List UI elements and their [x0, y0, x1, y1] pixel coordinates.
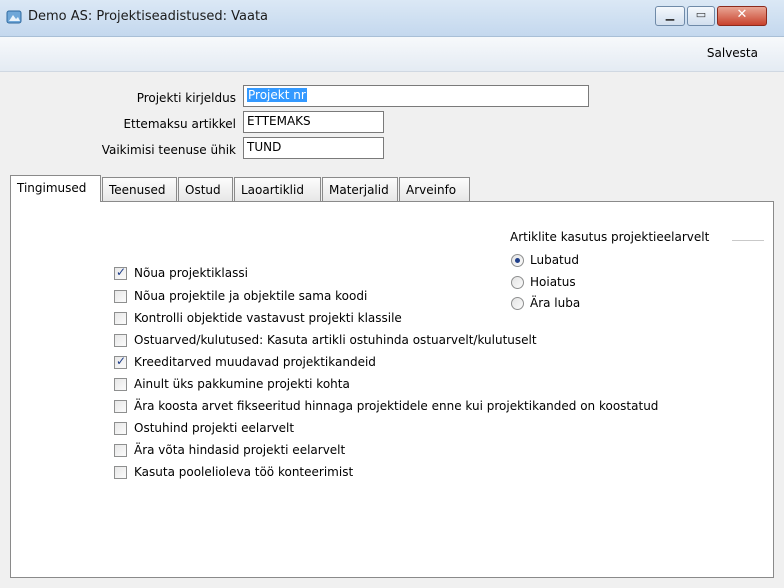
- item-usage-group-title: Artiklite kasutus projektieelarvelt: [510, 230, 710, 244]
- minimize-button[interactable]: ▁: [655, 6, 685, 26]
- checkbox-box[interactable]: [114, 312, 127, 325]
- tab-teenused[interactable]: Teenused: [102, 177, 177, 201]
- checkbox-label: Kreeditarved muudavad projektikandeid: [134, 355, 376, 369]
- checkbox-box[interactable]: ✓: [114, 265, 127, 280]
- app-icon: [6, 10, 22, 24]
- tab-ostud[interactable]: Ostud: [178, 177, 233, 201]
- checkbox-box[interactable]: ✓: [114, 354, 127, 369]
- radio-label: Hoiatus: [530, 275, 576, 289]
- group-divider: [732, 240, 764, 241]
- checkbox-label: Ostuhind projekti eelarvelt: [134, 421, 295, 435]
- checkbox-label: Kontrolli objektide vastavust projekti k…: [134, 311, 402, 325]
- tab-arveinfo[interactable]: Arveinfo: [399, 177, 470, 201]
- project-description-label: Projekti kirjeldus: [136, 91, 236, 105]
- check-icon: ✓: [116, 354, 127, 368]
- radio-button[interactable]: [511, 276, 524, 289]
- checkbox-label: Ostuarved/kulutused: Kasuta artikli ostu…: [134, 333, 537, 347]
- toolbar: Salvesta: [0, 37, 784, 72]
- prepayment-item-label: Ettemaksu artikkel: [123, 117, 236, 131]
- checkbox-box[interactable]: [114, 422, 127, 435]
- checkbox-box[interactable]: [114, 400, 127, 413]
- default-service-unit-label: Vaikimisi teenuse ühik: [101, 143, 236, 157]
- check-icon: ✓: [116, 265, 127, 279]
- default-service-unit-field[interactable]: TUND: [243, 137, 384, 159]
- checkbox-label: Kasuta poolelioleva töö konteerimist: [134, 465, 354, 479]
- radio-label: Lubatud: [530, 253, 579, 267]
- title-bar: Demo AS: Projektiseadistused: Vaata ▁ ▭ …: [0, 0, 784, 37]
- checkbox-label: Ära võta hindasid projekti eelarvelt: [134, 443, 346, 457]
- project-description-value: Projekt nr: [247, 88, 307, 102]
- close-button[interactable]: ✕: [717, 6, 767, 26]
- save-button[interactable]: Salvesta: [707, 46, 758, 60]
- maximize-icon: ▭: [695, 8, 707, 21]
- prepayment-item-field[interactable]: ETTEMAKS: [243, 111, 384, 133]
- radio-dot-icon: [515, 258, 520, 263]
- checkbox-label: Nõua projektile ja objektile sama koodi: [134, 289, 368, 303]
- checkbox-label: Ainult üks pakkumine projekti kohta: [134, 377, 350, 391]
- radio-button[interactable]: [511, 297, 524, 310]
- tab-tingimused[interactable]: Tingimused: [10, 175, 101, 202]
- checkbox-box[interactable]: [114, 444, 127, 457]
- checkbox-box[interactable]: [114, 290, 127, 303]
- radio-label: Ära luba: [530, 296, 581, 310]
- radio-button[interactable]: [511, 254, 524, 267]
- tab-materjalid[interactable]: Materjalid: [322, 177, 398, 201]
- checkbox-label: Nõua projektiklassi: [134, 266, 248, 280]
- checkbox-box[interactable]: [114, 378, 127, 391]
- close-icon: ✕: [736, 7, 748, 22]
- window-title: Demo AS: Projektiseadistused: Vaata: [28, 9, 269, 24]
- minimize-icon: ▁: [665, 8, 675, 21]
- project-description-field[interactable]: Projekt nr: [243, 85, 589, 107]
- tab-laoartiklid[interactable]: Laoartiklid: [234, 177, 321, 201]
- checkbox-label: Ära koosta arvet fikseeritud hinnaga pro…: [134, 399, 659, 413]
- checkbox-box[interactable]: [114, 466, 127, 479]
- checkbox-box[interactable]: [114, 334, 127, 347]
- maximize-button[interactable]: ▭: [687, 6, 715, 26]
